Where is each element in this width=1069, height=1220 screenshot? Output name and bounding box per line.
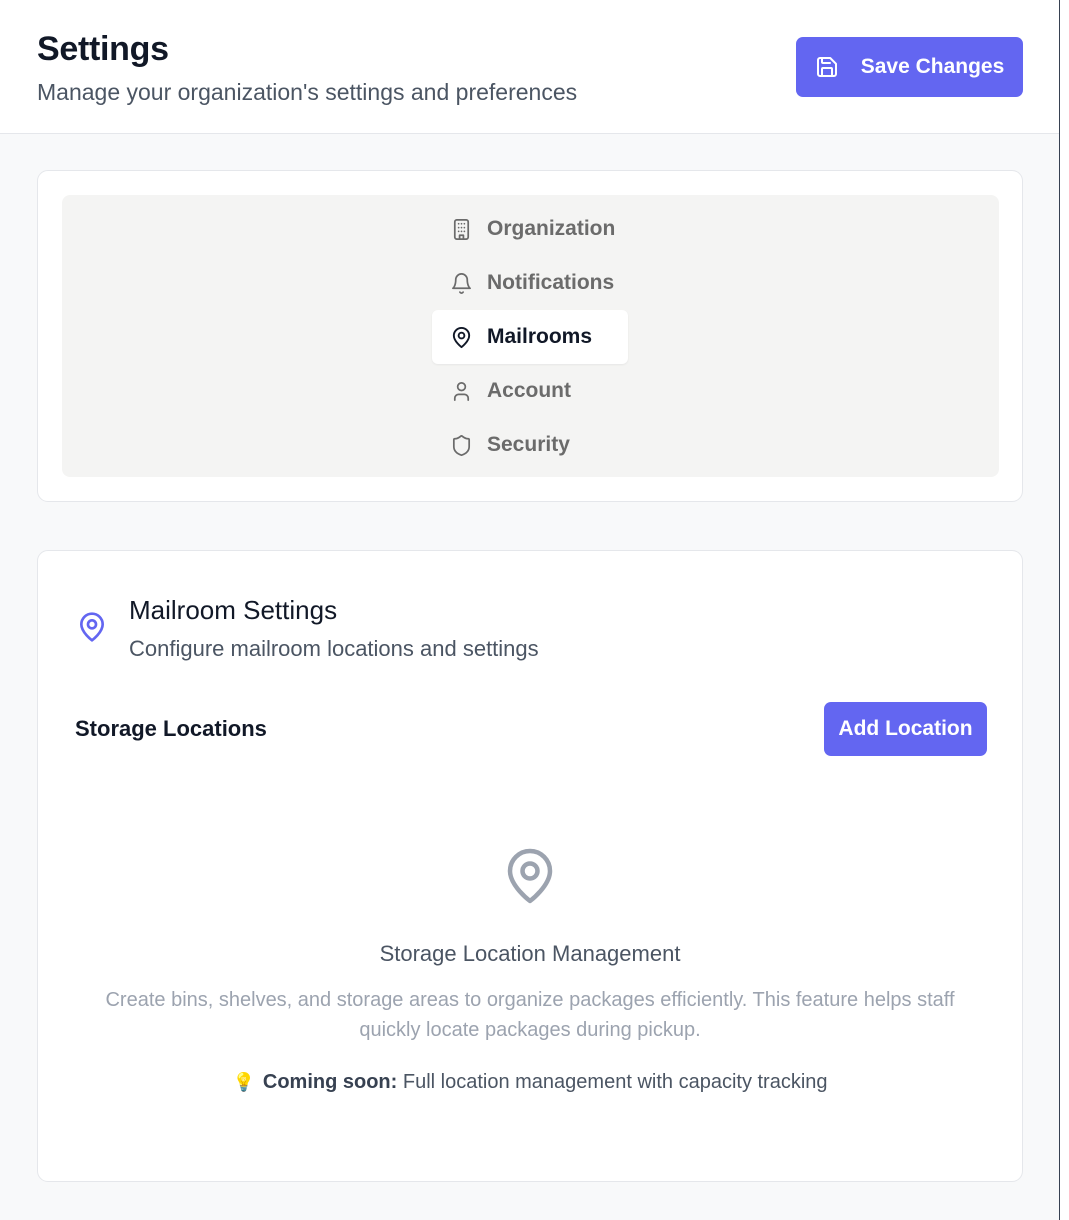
page-header: Settings Manage your organization's sett…: [0, 0, 1059, 134]
settings-tabs: Organization Notifications Mailrooms Acc…: [62, 195, 999, 477]
tab-notifications-label: Notifications: [487, 271, 615, 294]
add-location-button[interactable]: Add Location: [824, 702, 987, 756]
empty-state-title: Storage Location Management: [379, 941, 681, 966]
storage-locations-heading: Storage Locations: [75, 716, 267, 741]
settings-nav-card: Organization Notifications Mailrooms Acc…: [37, 170, 1023, 502]
tab-security-label: Security: [487, 433, 570, 456]
save-changes-button[interactable]: Save Changes: [796, 37, 1023, 97]
page-title: Settings: [37, 30, 169, 68]
tab-organization[interactable]: Organization: [432, 202, 628, 256]
bell-icon: [452, 272, 471, 294]
tab-account-label: Account: [487, 379, 571, 402]
coming-soon-note: 💡 Coming soon: Full location management w…: [38, 1071, 1022, 1094]
user-icon: [453, 381, 470, 401]
tab-mailrooms-label: Mailrooms: [487, 325, 593, 348]
building-icon: [453, 218, 470, 240]
coming-soon-label: Coming soon:: [262, 1071, 398, 1093]
tab-organization-label: Organization: [487, 217, 616, 240]
empty-state-description: Create bins, shelves, and storage areas …: [105, 989, 955, 1041]
lightbulb-icon: 💡: [232, 1072, 255, 1092]
map-pin-icon: [80, 612, 104, 642]
map-pin-icon: [507, 848, 553, 904]
tab-security[interactable]: Security: [432, 418, 628, 472]
shield-icon: [452, 434, 471, 456]
map-pin-icon: [452, 326, 471, 348]
tab-mailrooms[interactable]: Mailrooms: [432, 310, 628, 364]
tab-account[interactable]: Account: [432, 364, 628, 418]
mailroom-settings-card: Mailroom Settings Configure mailroom loc…: [37, 550, 1023, 1182]
window-edge: [1059, 0, 1069, 1220]
section-subtitle: Configure mailroom locations and setting…: [129, 636, 539, 661]
tab-notifications[interactable]: Notifications: [432, 256, 628, 310]
page-subtitle: Manage your organization's settings and …: [37, 79, 578, 105]
save-icon: [816, 57, 837, 77]
section-title: Mailroom Settings: [129, 595, 338, 625]
coming-soon-text: Full location management with capacity t…: [402, 1071, 828, 1093]
save-changes-label: Save Changes: [860, 55, 1005, 78]
